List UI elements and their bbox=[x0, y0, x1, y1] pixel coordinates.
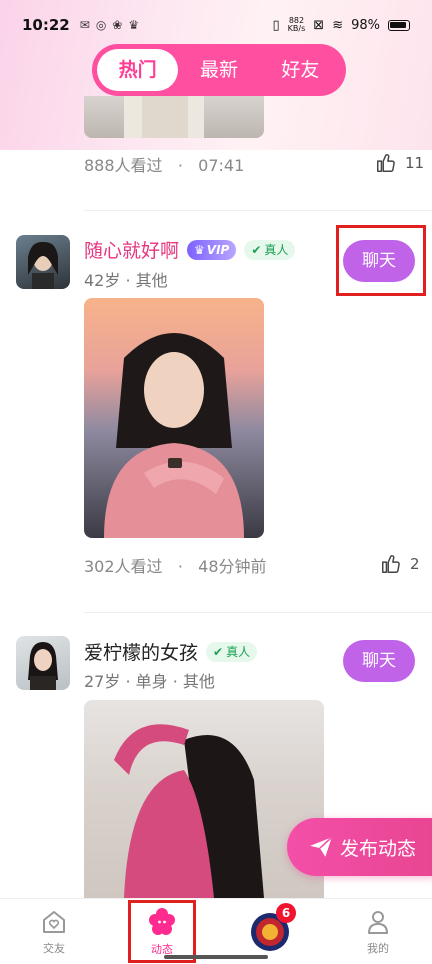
battery-icon bbox=[388, 19, 410, 31]
wifi-icon: ≋ bbox=[332, 17, 344, 33]
nav-dating[interactable]: 交友 bbox=[0, 899, 108, 964]
username[interactable]: 爱柠檬的女孩 bbox=[84, 638, 198, 665]
username-row: 爱柠檬的女孩 ✔ 真人 bbox=[84, 638, 258, 665]
battery-percent: 98% bbox=[351, 17, 380, 33]
feed-tabs: 热门 最新 好友 bbox=[92, 44, 346, 96]
highlight-box bbox=[128, 900, 196, 963]
tab-friends[interactable]: 好友 bbox=[260, 49, 341, 91]
post-photo[interactable] bbox=[84, 96, 264, 138]
post-time: 48分钟前 bbox=[198, 557, 267, 576]
vip-badge: ♛ VIP bbox=[187, 239, 237, 260]
post-photo[interactable] bbox=[84, 298, 264, 538]
user-details: 42岁 · 其他 bbox=[84, 271, 168, 290]
user-details: 27岁 · 单身 · 其他 bbox=[84, 672, 215, 691]
status-time: 10:22 bbox=[22, 16, 70, 34]
dot-separator: · bbox=[167, 156, 194, 175]
app-icon: ◎ bbox=[95, 18, 107, 32]
like-count: 11 bbox=[405, 154, 425, 172]
like-button[interactable]: 2 bbox=[380, 553, 420, 575]
verified-check-icon: ✔ bbox=[251, 242, 262, 257]
like-count: 2 bbox=[410, 555, 420, 573]
post-time: 07:41 bbox=[198, 156, 245, 175]
verified-badge: ✔ 真人 bbox=[244, 239, 296, 260]
verified-badge: ✔ 真人 bbox=[206, 641, 258, 662]
heart-home-icon bbox=[43, 910, 65, 933]
divider bbox=[84, 612, 432, 613]
like-button[interactable]: 11 bbox=[375, 152, 424, 174]
verified-label: 真人 bbox=[264, 243, 289, 257]
post-stats: 888人看过 · 07:41 bbox=[84, 152, 244, 176]
tab-latest[interactable]: 最新 bbox=[178, 49, 259, 91]
verified-label: 真人 bbox=[226, 645, 251, 659]
thumb-up-icon bbox=[377, 154, 395, 172]
crown-icon: ♛ bbox=[128, 18, 140, 32]
photo-content bbox=[124, 96, 204, 138]
thumb-up-icon bbox=[382, 555, 400, 573]
view-count: 302人看过 bbox=[84, 557, 163, 576]
crown-icon: ♛ bbox=[194, 242, 205, 257]
photo-content bbox=[114, 724, 264, 898]
home-indicator bbox=[164, 955, 268, 959]
notification-icons: ✉ ◎ ❀ ♛ bbox=[80, 18, 139, 32]
user-icon bbox=[368, 910, 388, 934]
sim-icon: ⊠ bbox=[313, 17, 325, 33]
status-bar: 10:22 ✉ ◎ ❀ ♛ ▯ 882 KB/s ⊠ ≋ 98% bbox=[0, 0, 432, 50]
chat-button[interactable]: 聊天 bbox=[343, 640, 415, 682]
nav-label: 我的 bbox=[367, 941, 389, 955]
publish-label: 发布动态 bbox=[339, 837, 416, 860]
vibrate-icon: ▯ bbox=[272, 17, 280, 33]
post-stats: 302人看过 · 48分钟前 bbox=[84, 553, 267, 577]
paw-icon: ❀ bbox=[112, 18, 123, 32]
mail-icon: ✉ bbox=[79, 18, 90, 32]
tab-hot[interactable]: 热门 bbox=[97, 49, 179, 91]
nav-label: 交友 bbox=[43, 941, 65, 955]
vip-label: VIP bbox=[206, 242, 230, 257]
photo-content bbox=[104, 333, 244, 538]
avatar[interactable] bbox=[16, 235, 70, 289]
send-icon bbox=[310, 836, 333, 857]
verified-check-icon: ✔ bbox=[213, 644, 224, 659]
username[interactable]: 随心就好啊 bbox=[84, 236, 179, 263]
username-row: 随心就好啊 ♛ VIP ✔ 真人 bbox=[84, 236, 296, 263]
view-count: 888人看过 bbox=[84, 156, 163, 175]
status-right: ▯ 882 KB/s ⊠ ≋ 98% bbox=[273, 17, 410, 33]
highlight-box bbox=[336, 225, 426, 296]
post-photo[interactable] bbox=[84, 700, 324, 898]
divider bbox=[84, 210, 432, 211]
net-speed: 882 KB/s bbox=[288, 17, 306, 33]
unread-badge: 6 bbox=[276, 903, 296, 923]
avatar-portrait bbox=[28, 241, 58, 289]
nav-profile[interactable]: 我的 bbox=[324, 899, 432, 964]
net-speed-unit: KB/s bbox=[287, 24, 306, 33]
publish-post-button[interactable]: 发布动态 bbox=[287, 818, 432, 876]
app-screen: 10:22 ✉ ◎ ❀ ♛ ▯ 882 KB/s ⊠ ≋ 98% 热门 最新 好… bbox=[0, 0, 432, 964]
dot-separator: · bbox=[167, 557, 194, 576]
avatar[interactable] bbox=[16, 636, 70, 690]
avatar-portrait bbox=[28, 642, 58, 690]
